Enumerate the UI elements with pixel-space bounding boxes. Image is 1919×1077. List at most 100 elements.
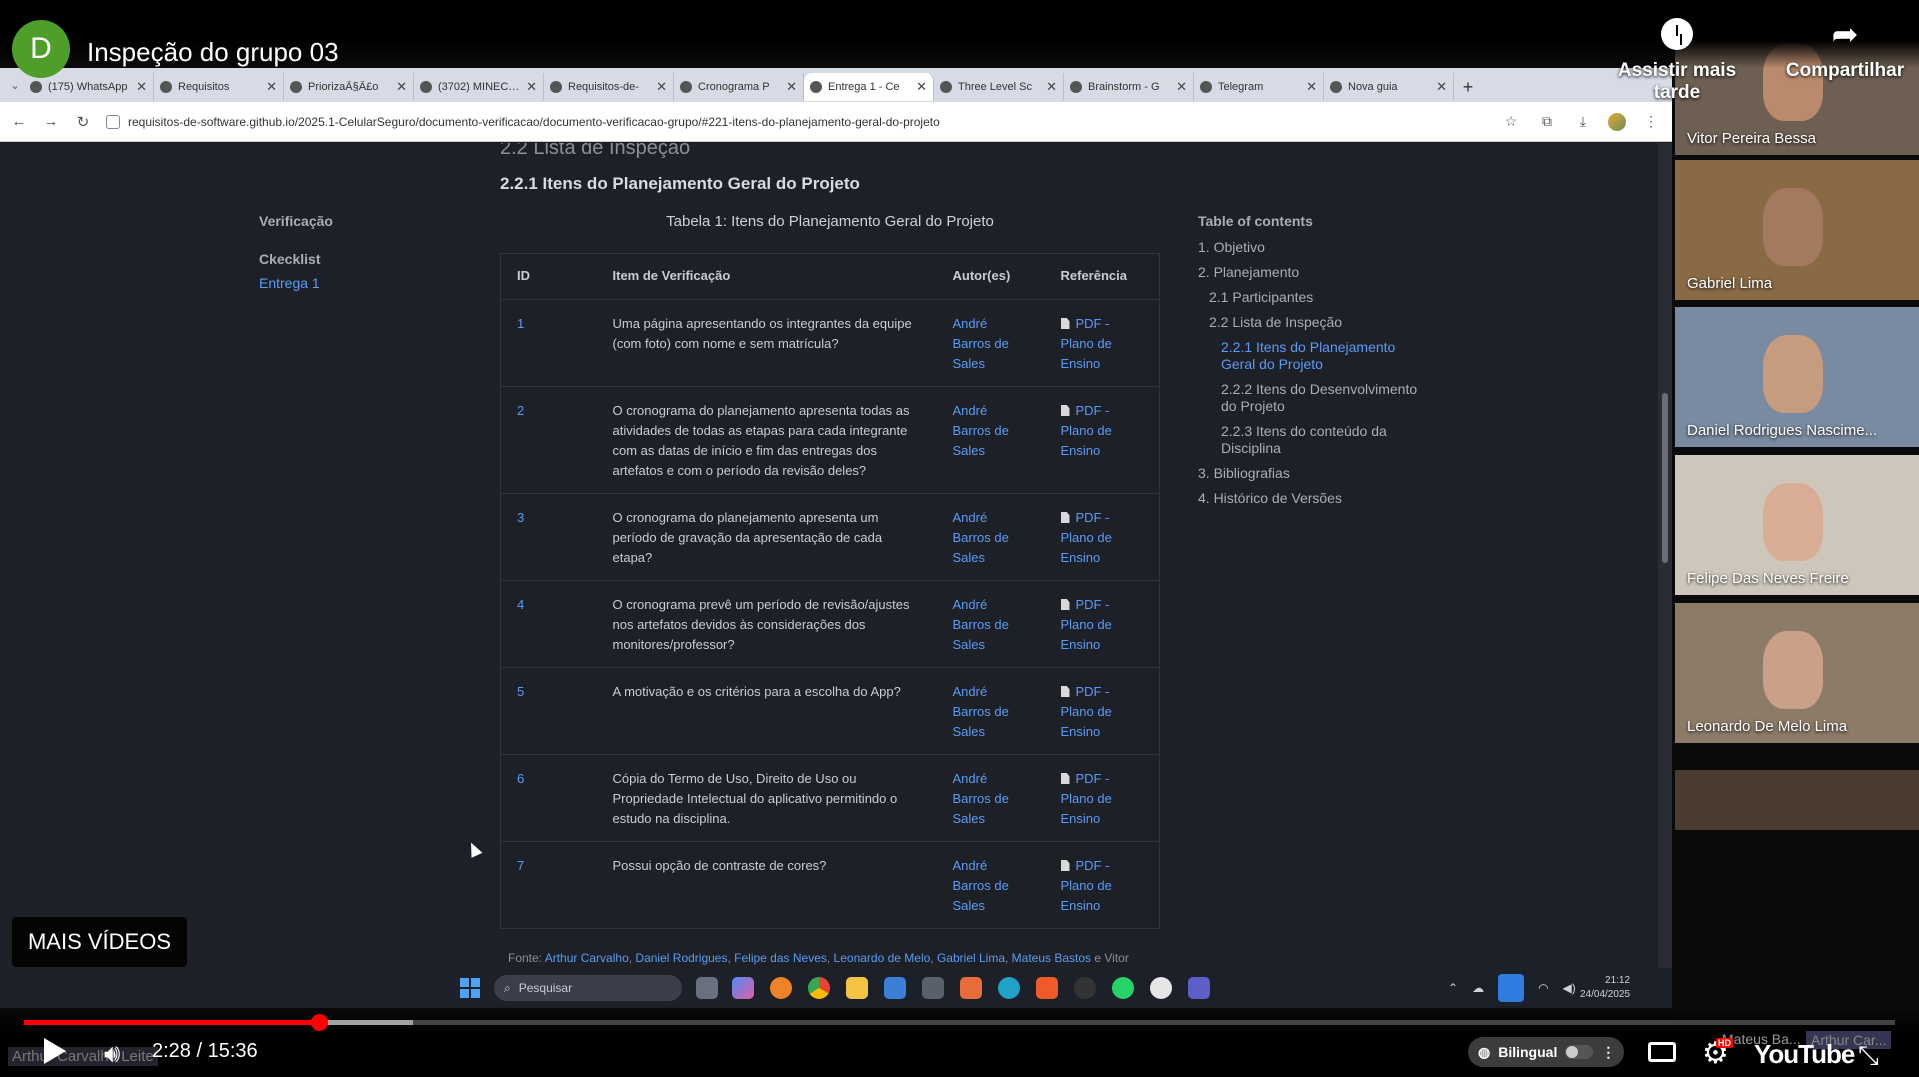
progress-scrubber[interactable] (310, 1014, 328, 1031)
row-author-link[interactable]: André Barros de Sales (936, 299, 1045, 387)
tab-close-icon[interactable]: ✕ (266, 79, 277, 95)
page-scrollbar[interactable] (1658, 143, 1672, 968)
toc-link[interactable]: 2.1 Participantes (1198, 289, 1418, 306)
tab-close-icon[interactable]: ✕ (656, 79, 667, 95)
tab-close-icon[interactable]: ✕ (1306, 79, 1317, 95)
tab-close-icon[interactable]: ✕ (136, 79, 147, 95)
row-author-link[interactable]: André Barros de Sales (936, 754, 1045, 842)
volume-icon[interactable]: 🔊︎ (104, 1038, 120, 1070)
source-author-link[interactable]: Arthur Carvalho (545, 951, 629, 965)
tray-chevron-icon[interactable]: ⌃ (1448, 981, 1458, 995)
tab-close-icon[interactable]: ✕ (396, 79, 407, 95)
row-id-link[interactable]: 5 (500, 667, 597, 755)
tools-icon[interactable] (922, 977, 944, 999)
browser-tab[interactable]: Entrega 1 - Ce ✕ (804, 73, 934, 101)
new-tab-button[interactable]: + (1454, 73, 1482, 101)
more-options-icon[interactable]: ⋮ (1601, 1044, 1615, 1061)
browser-tab[interactable]: Three Level Sc ✕ (934, 73, 1064, 101)
browser-tab[interactable]: Nova guia ✕ (1324, 73, 1454, 101)
toc-link[interactable]: 2.2.3 Itens do conteúdo da Disciplina (1198, 423, 1418, 457)
speaker-icon[interactable]: ◀) (1563, 981, 1576, 995)
browser-tab[interactable]: Requisitos ✕ (154, 73, 284, 101)
teams-icon[interactable] (1188, 977, 1210, 999)
progress-bar[interactable] (24, 1014, 1895, 1031)
chrome-icon[interactable] (808, 977, 830, 999)
profile-avatar[interactable] (1608, 112, 1626, 131)
download-icon[interactable]: ⤓ (1572, 113, 1594, 130)
tab-close-icon[interactable]: ✕ (526, 79, 537, 95)
browser-tab[interactable]: PriorizaÃ§Ã£o ✕ (284, 73, 414, 101)
row-author-link[interactable]: André Barros de Sales (936, 580, 1045, 668)
scrollbar-thumb[interactable] (1662, 393, 1668, 563)
row-author-link[interactable]: André Barros de Sales (936, 667, 1045, 755)
edge-icon[interactable] (998, 977, 1020, 999)
source-author-link[interactable]: Mateus Bastos (1012, 951, 1091, 965)
forward-arrow-icon[interactable]: → (42, 113, 60, 130)
firefox-icon[interactable] (770, 977, 792, 999)
tab-close-icon[interactable]: ✕ (1176, 79, 1187, 95)
task-view-icon[interactable] (696, 977, 718, 999)
row-id-link[interactable]: 7 (500, 841, 597, 929)
app-icon-blue[interactable] (884, 977, 906, 999)
tab-close-icon[interactable]: ✕ (1436, 79, 1447, 95)
url-text[interactable]: requisitos-de-software.github.io/2025.1-… (128, 115, 940, 129)
watch-later-button[interactable]: Assistir mais tarde (1592, 18, 1762, 104)
tab-close-icon[interactable]: ✕ (916, 79, 927, 95)
git-icon[interactable] (960, 977, 982, 999)
toc-link[interactable]: 1. Objetivo (1198, 239, 1418, 256)
more-videos-button[interactable]: MAIS VÍDEOS (12, 917, 187, 967)
file-explorer-icon[interactable] (846, 977, 868, 999)
toc-link[interactable]: 2.2.2 Itens do Desenvolvimento do Projet… (1198, 381, 1418, 415)
extensions-icon[interactable]: ⧉ (1536, 113, 1558, 130)
windows-start-icon[interactable] (460, 978, 480, 998)
toc-link[interactable]: 3. Bibliografias (1198, 465, 1418, 482)
browser-tab[interactable]: Requisitos-de- ✕ (544, 73, 674, 101)
row-author-link[interactable]: André Barros de Sales (936, 386, 1045, 494)
back-arrow-icon[interactable]: ← (10, 113, 28, 130)
participant-tile[interactable]: Gabriel Lima (1675, 160, 1919, 300)
row-id-link[interactable]: 6 (500, 754, 597, 842)
toc-link[interactable]: 2.2 Lista de Inspeção (1198, 314, 1418, 331)
cloud-icon[interactable]: ☁ (1472, 981, 1484, 995)
channel-avatar[interactable]: D (12, 20, 70, 78)
source-author-link[interactable]: Daniel Rodrigues (635, 951, 727, 965)
browser-tab[interactable]: Cronograma P ✕ (674, 73, 804, 101)
whatsapp-icon[interactable] (1112, 977, 1134, 999)
menu-kebab-icon[interactable]: ⋮ (1640, 113, 1662, 130)
participant-tile-partial[interactable] (1675, 770, 1919, 830)
messages-icon[interactable] (1150, 977, 1172, 999)
row-id-link[interactable]: 1 (500, 299, 597, 387)
participant-tile[interactable]: Daniel Rodrigues Nascime... (1675, 307, 1919, 447)
browser-tab[interactable]: (3702) MINECRA ✕ (414, 73, 544, 101)
exit-fullscreen-icon[interactable]: ⤡ (1858, 1040, 1879, 1072)
row-id-link[interactable]: 4 (500, 580, 597, 668)
row-author-link[interactable]: André Barros de Sales (936, 841, 1045, 929)
toc-link[interactable]: 2. Planejamento (1198, 264, 1418, 281)
bilingual-toggle[interactable]: ◍ Bilingual ⋮ (1468, 1037, 1624, 1067)
wifi-icon[interactable]: ◠ (1538, 981, 1548, 995)
tab-close-icon[interactable]: ✕ (1046, 79, 1057, 95)
bookmark-star-icon[interactable]: ☆ (1500, 113, 1522, 130)
browser-tab[interactable]: Telegram ✕ (1194, 73, 1324, 101)
copilot-icon[interactable] (732, 977, 754, 999)
source-author-link[interactable]: Leonardo de Melo (834, 951, 931, 965)
play-icon[interactable] (44, 1038, 66, 1064)
toc-link[interactable]: 4. Histórico de Versões (1198, 490, 1418, 507)
participant-tile[interactable]: Leonardo De Melo Lima (1675, 603, 1919, 743)
row-id-link[interactable]: 2 (500, 386, 597, 494)
taskbar-search[interactable]: ⌕ Pesquisar (494, 975, 682, 1001)
row-author-link[interactable]: André Barros de Sales (936, 493, 1045, 581)
source-author-link[interactable]: Felipe das Neves (734, 951, 827, 965)
tab-search-chevron-icon[interactable]: ⌄ (6, 79, 24, 92)
site-info-icon[interactable] (106, 114, 120, 129)
toggle-switch[interactable] (1565, 1045, 1594, 1059)
brave-icon[interactable] (1036, 977, 1058, 999)
tab-close-icon[interactable]: ✕ (786, 79, 797, 95)
source-author-link[interactable]: Gabriel Lima (937, 951, 1005, 965)
url-field[interactable]: requisitos-de-software.github.io/2025.1-… (106, 107, 1486, 136)
subtitles-icon[interactable] (1648, 1042, 1676, 1062)
row-id-link[interactable]: 3 (500, 493, 597, 581)
youtube-player[interactable]: ⌄ (175) WhatsApp ✕ Requisitos ✕ Prioriza… (0, 0, 1919, 1077)
microphone-icon[interactable] (1498, 974, 1525, 1002)
toc-link[interactable]: 2.2.1 Itens do Planejamento Geral do Pro… (1198, 339, 1418, 373)
